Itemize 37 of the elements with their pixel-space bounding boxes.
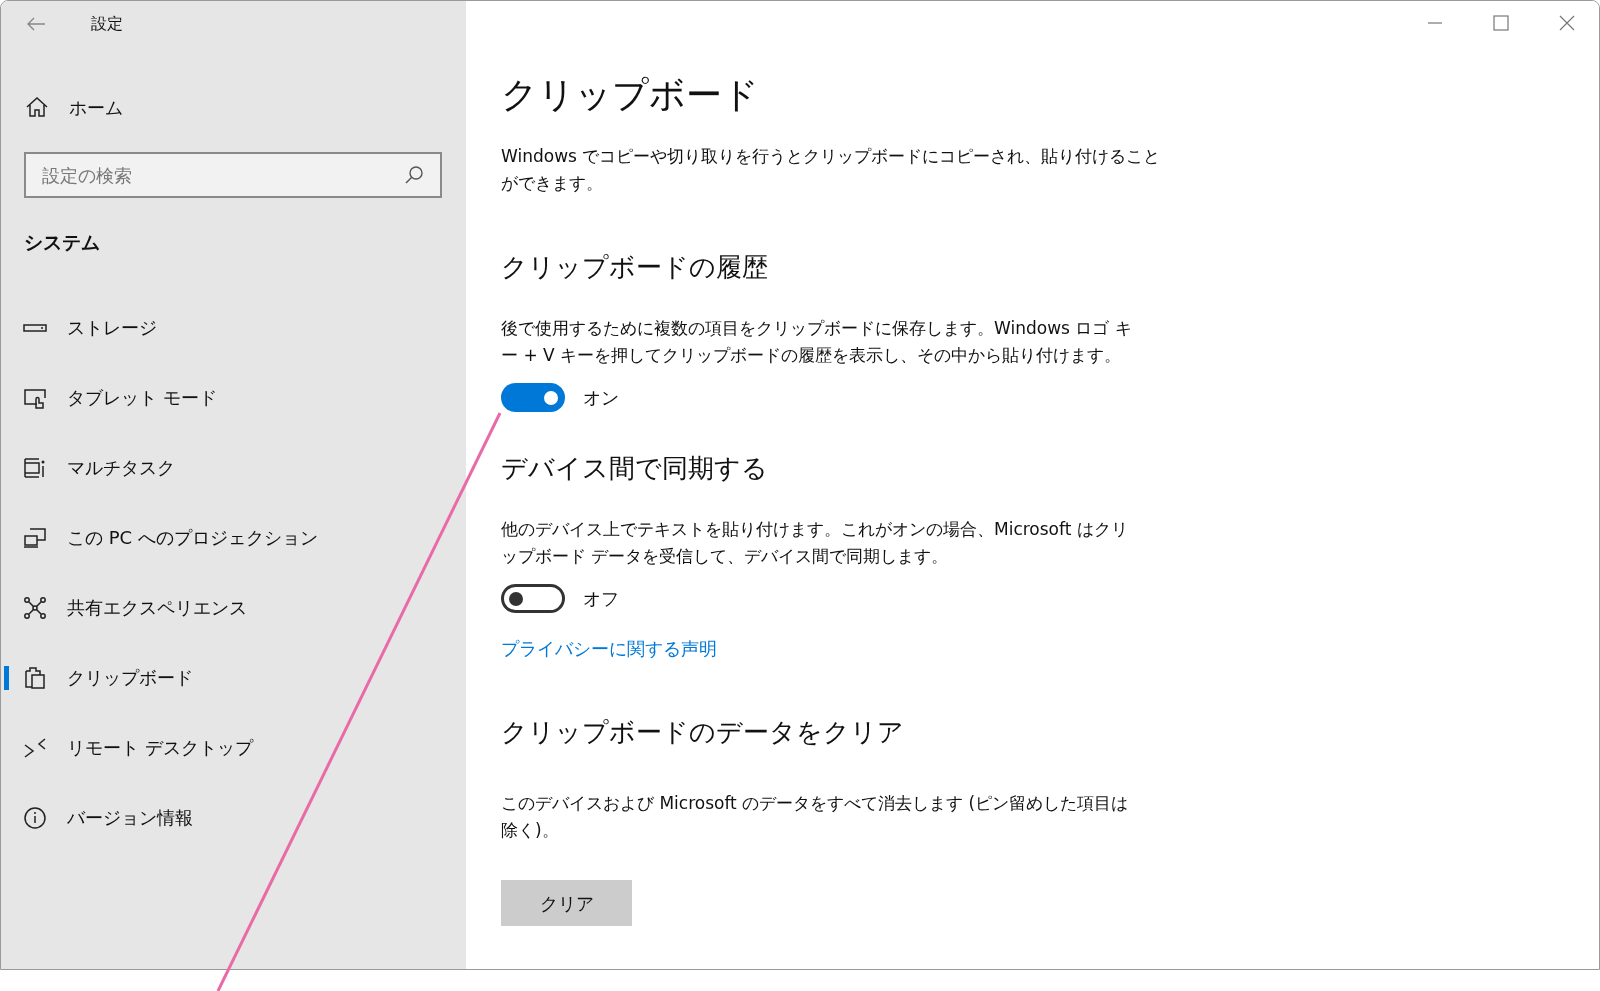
clear-button[interactable]: クリア xyxy=(501,880,632,926)
back-arrow-icon[interactable] xyxy=(26,16,46,32)
sidebar-item[interactable]: 共有エクスペリエンス xyxy=(1,572,466,643)
section-heading: システム xyxy=(24,230,101,255)
window-title: 設定 xyxy=(91,13,123,35)
screens-icon xyxy=(23,525,47,550)
close-icon[interactable] xyxy=(1559,15,1575,31)
description-text: このデバイスおよび Microsoft のデータをすべて消去します (ピン留めした項目は除く)。 xyxy=(501,792,1130,842)
section-heading: クリップボードの履歴 xyxy=(501,251,768,284)
sidebar-item[interactable]: リモート デスクトップ xyxy=(1,712,466,783)
search-field[interactable]: 設定の検索 xyxy=(24,152,442,198)
sidebar-item[interactable]: ストレージ xyxy=(1,292,466,363)
section-heading: デバイス間で同期する xyxy=(501,452,768,485)
info-icon xyxy=(23,805,47,830)
chevrons-icon xyxy=(23,735,47,760)
home-icon xyxy=(25,95,49,119)
description-text: 後で使用するために複数の項目をクリップボードに保存します。Windows ロゴ キー + V キーを押してクリップボードの履歴を表示し、その中から貼り付けます。 xyxy=(501,317,1133,367)
network-icon xyxy=(23,595,47,620)
sidebar-item[interactable]: この PC へのプロジェクション xyxy=(1,502,466,573)
description-text: 他のデバイス上でテキストを貼り付けます。これがオンの場合、Microsoft はクリップボード データを受信して、デバイス間で同期します。 xyxy=(501,518,1129,568)
sidebar-item[interactable]: タブレット モード xyxy=(1,362,466,433)
toggle-label: オン xyxy=(583,386,619,410)
windows-icon xyxy=(23,455,47,480)
toggle-label: オフ xyxy=(583,587,619,611)
page-title: クリップボード xyxy=(501,73,759,117)
section-heading: クリップボードのデータをクリア xyxy=(501,716,904,749)
sidebar-item[interactable]: クリップボード xyxy=(1,642,466,713)
toggle-switch[interactable] xyxy=(501,383,565,412)
search-icon[interactable] xyxy=(404,165,424,185)
sidebar-item[interactable]: バージョン情報 xyxy=(1,782,466,853)
home-link[interactable]: ホーム xyxy=(1,87,466,127)
toggle-switch[interactable] xyxy=(501,584,565,613)
clipboard-icon xyxy=(23,665,47,690)
intro-text: Windows でコピーや切り取りを行うとクリップボードにコピーされ、貼り付けることができます。 xyxy=(501,145,1162,195)
drive-icon xyxy=(23,323,47,332)
privacy-link[interactable]: プライバシーに関する声明 xyxy=(501,635,717,662)
sidebar-item[interactable]: マルチタスク xyxy=(1,432,466,503)
